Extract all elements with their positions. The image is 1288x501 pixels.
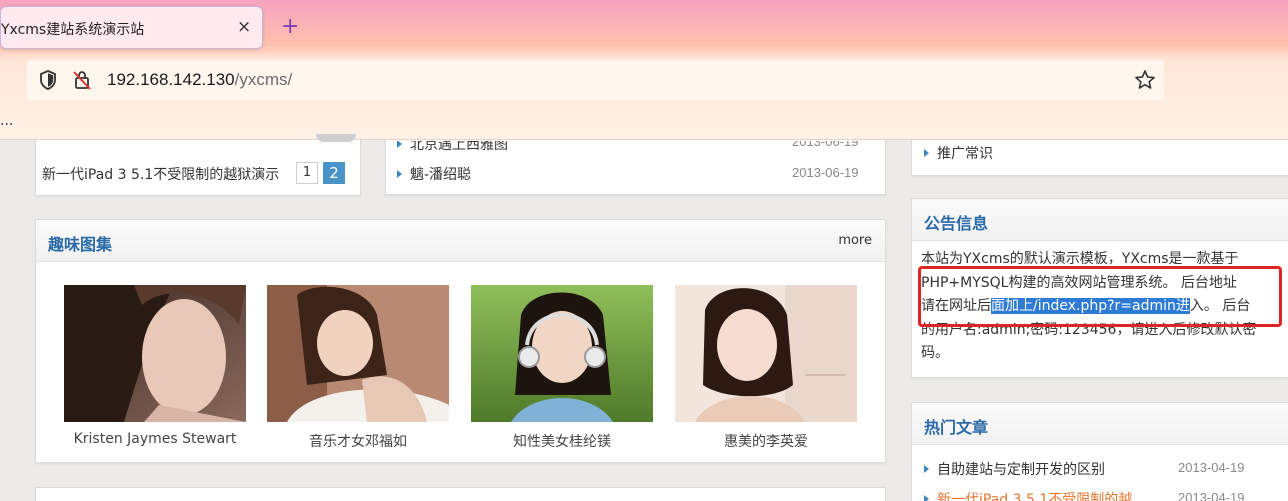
browser-chrome: Yxcms建站系统演示站 × + 192.168.142.130/yxcms/ … [0,0,1288,140]
insecure-lock-icon[interactable] [72,69,92,91]
gallery-more-link[interactable]: more [838,233,872,248]
portrait-image [64,285,246,422]
bookmarks-overflow[interactable]: ... [0,113,13,129]
slideshow-page-2[interactable]: 2 [323,162,345,184]
bullet-icon [924,149,929,157]
shield-icon[interactable] [38,69,58,91]
news-title: 魑-潘绍聪 [410,167,472,183]
new-tab-icon[interactable]: + [281,14,299,40]
next-section-box [35,487,886,501]
news-date: 2013-06-19 [792,165,859,180]
bullet-icon [924,495,929,501]
bullet-icon [397,141,402,148]
slideshow-page-1[interactable]: 1 [296,162,318,184]
hot-title: 热门文章 [924,418,989,437]
portrait-image [471,285,653,422]
portrait-image [267,285,449,422]
browser-tab[interactable]: Yxcms建站系统演示站 × [0,6,263,49]
hot-box: 热门文章 [911,402,1288,501]
photo-caption[interactable]: 音乐才女邓福如 [267,431,449,451]
news-item[interactable]: 魑-潘绍聪 [397,164,471,184]
photo-caption[interactable]: 惠美的李英爱 [675,431,857,451]
hot-item-date: 2013-04-19 [1178,460,1245,475]
list-item[interactable]: 推广常识 [924,143,993,163]
hot-item-title: 新一代iPad 3 5.1不受限制的越 [937,492,1133,501]
gallery-title[interactable]: 趣味图集 [48,231,112,255]
close-icon[interactable]: × [237,17,251,37]
list-item-label: 推广常识 [937,146,993,162]
annotation-highlight-box [918,266,1282,327]
portrait-image [675,285,857,422]
bullet-icon [397,170,402,178]
gallery-photo[interactable] [471,285,653,422]
tab-title: Yxcms建站系统演示站 [1,22,145,38]
gallery-photo[interactable] [64,285,246,422]
url-text[interactable]: 192.168.142.130/yxcms/ [107,70,292,90]
notice-line: 码。 [921,345,949,361]
url-path: /yxcms/ [234,70,293,89]
hot-item[interactable]: 新一代iPad 3 5.1不受限制的越 [924,489,1132,501]
gallery-photo[interactable] [675,285,857,422]
bookmark-star-icon[interactable] [1133,68,1157,92]
hot-header: 热门文章 [912,403,1288,445]
address-bar[interactable]: 192.168.142.130/yxcms/ [27,60,1164,100]
notice-header: 公告信息 [912,199,1288,241]
gallery-header: 趣味图集 more [36,220,885,262]
photo-caption[interactable]: 知性美女桂纶镁 [471,431,653,451]
bullet-icon [924,465,929,473]
hot-item-title: 自助建站与定制开发的区别 [937,462,1105,478]
photo-caption[interactable]: Kristen Jaymes Stewart [64,431,246,447]
hot-item[interactable]: 自助建站与定制开发的区别 [924,459,1105,479]
gallery-photo[interactable] [267,285,449,422]
url-host: 192.168.142.130 [107,70,235,89]
hot-item-date: 2013-04-19 [1178,490,1245,501]
notice-title: 公告信息 [924,214,989,233]
slideshow-caption[interactable]: 新一代iPad 3 5.1不受限制的越狱演示 [42,164,294,184]
slideshow-image-edge [316,134,356,142]
